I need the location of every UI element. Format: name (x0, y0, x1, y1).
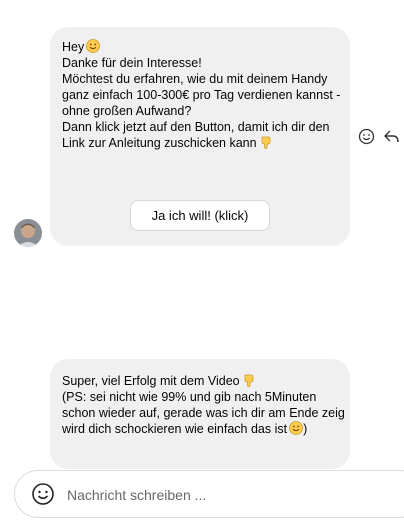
message-line-text: ) (303, 422, 308, 436)
emoji-picker-icon[interactable] (31, 482, 55, 506)
pointing-down-icon (261, 136, 270, 149)
message-line: Danke für dein Interesse! (62, 56, 202, 70)
message-line: wird dich schockieren wie einfach das is… (62, 421, 338, 437)
avatar[interactable] (14, 219, 42, 247)
message-actions (358, 128, 400, 145)
message-line: Möchtest du erfahren, wie du mit deinem … (62, 72, 328, 86)
message-composer (14, 470, 404, 519)
pointing-down-icon (244, 374, 254, 387)
smiling-face-icon (289, 421, 304, 435)
message-line: Hey (62, 39, 338, 55)
reply-icon[interactable] (383, 128, 400, 145)
smiling-face-icon (86, 39, 101, 53)
message-line: ganz einfach 100-300€ pro Tag verdienen … (62, 88, 341, 102)
message-input[interactable] (65, 471, 399, 519)
message-line: Dann klick jetzt auf den Button, damit i… (62, 120, 330, 134)
greeting-text: Hey (62, 40, 85, 54)
cta-button[interactable]: Ja ich will! (klick) (130, 200, 270, 231)
react-icon[interactable] (358, 128, 375, 145)
message-line-text: wird dich schockieren wie einfach das is… (62, 422, 288, 436)
message-line: schon wieder auf, gerade was ich dir am … (62, 406, 345, 420)
message-line: (PS: sei nicht wie 99% und gib nach 5Min… (62, 390, 317, 404)
message-bubble-incoming: Super, viel Erfolg mit dem Video (PS: se… (50, 359, 350, 469)
message-line-text: Super, viel Erfolg mit dem Video (62, 374, 240, 388)
message-line: ohne großen Aufwand? (62, 104, 192, 118)
message-line: Link zur Anleitung zuschicken kann (62, 135, 338, 151)
message-line-text: Link zur Anleitung zuschicken kann (62, 136, 257, 150)
message-line: Super, viel Erfolg mit dem Video (62, 373, 338, 389)
message-bubble-incoming: Hey Danke für dein Interesse! Möchtest d… (50, 27, 350, 246)
